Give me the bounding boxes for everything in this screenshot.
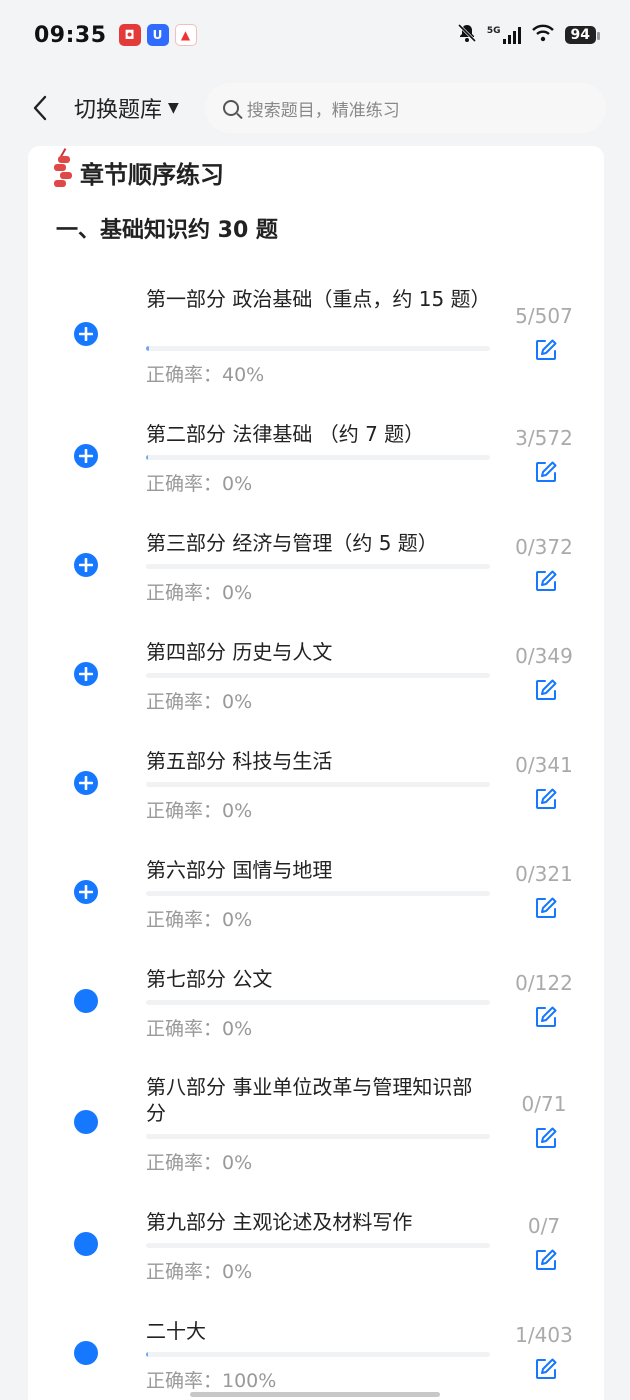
search-input[interactable]: 搜索题目，精准练习: [204, 83, 606, 133]
edit-icon[interactable]: [534, 460, 558, 484]
search-icon: [222, 100, 239, 116]
back-button[interactable]: [24, 88, 56, 128]
chapter-title: 第四部分 历史与人文: [146, 640, 333, 664]
accuracy-rate: 正确率：0%: [146, 1152, 253, 1174]
header: 切换题库 ▼ 搜索题目，精准练习: [0, 70, 630, 146]
chapter-title: 第六部分 国情与地理: [146, 858, 333, 882]
edit-icon[interactable]: [534, 1005, 558, 1029]
edit-icon[interactable]: [534, 338, 558, 362]
chapter-heading-text: 一、基础知识约 30 题: [56, 218, 278, 243]
dot-icon: [74, 1341, 98, 1365]
edit-icon[interactable]: [534, 569, 558, 593]
progress-bar: [146, 1243, 490, 1248]
accuracy-rate: 正确率：0%: [146, 1261, 253, 1283]
expand-plus-icon[interactable]: [74, 880, 98, 904]
progress-bar-fill: [146, 1352, 149, 1357]
app-icon-blue: U: [146, 24, 169, 46]
app-icon-red: ◘: [118, 24, 141, 46]
accuracy-rate: 正确率：0%: [146, 800, 253, 822]
switch-library-label: 切换题库: [74, 98, 163, 123]
question-count: 0/372: [515, 535, 573, 559]
accuracy-rate: 正确率：40%: [146, 364, 265, 386]
progress-bar: [146, 1352, 490, 1357]
edit-icon[interactable]: [534, 678, 558, 702]
notification-app-icons: ◘ U ▲: [118, 24, 197, 46]
edit-icon[interactable]: [534, 1357, 558, 1381]
question-count: 0/122: [515, 971, 573, 995]
battery-icon: 94: [564, 26, 601, 44]
expand-plus-icon[interactable]: [74, 444, 98, 468]
home-indicator: [190, 1392, 440, 1397]
question-count: 0/321: [515, 862, 573, 886]
app-icon-triangle: ▲: [174, 24, 197, 46]
section-title: 章节顺序练习: [52, 148, 224, 192]
progress-bar-fill: [146, 455, 149, 460]
accuracy-rate: 正确率：100%: [146, 1370, 277, 1392]
progress-bar: [146, 782, 490, 787]
question-count: 5/507: [515, 304, 573, 328]
chapter-title: 第五部分 科技与生活: [146, 749, 333, 773]
edit-icon[interactable]: [534, 1126, 558, 1150]
firecracker-icon: [52, 148, 74, 192]
accuracy-rate: 正确率：0%: [146, 473, 253, 495]
question-count: 0/7: [527, 1214, 561, 1238]
bell-off-icon: [457, 23, 477, 48]
accuracy-rate: 正确率：0%: [146, 909, 253, 931]
caret-down-icon: ▼: [168, 100, 179, 116]
chapter-heading: 一、基础知识约 30 题: [56, 212, 278, 250]
edit-icon[interactable]: [534, 896, 558, 920]
expand-plus-icon[interactable]: [74, 771, 98, 795]
question-count: 1/403: [515, 1323, 573, 1347]
progress-bar: [146, 673, 490, 678]
switch-library-dropdown[interactable]: 切换题库 ▼: [74, 92, 179, 124]
section-title-text: 章节顺序练习: [80, 160, 224, 189]
dot-icon: [74, 1232, 98, 1256]
dot-icon: [74, 989, 98, 1013]
dot-icon: [74, 1110, 98, 1134]
accuracy-rate: 正确率：0%: [146, 691, 253, 713]
question-count: 0/349: [515, 644, 573, 668]
signal-icon: 5G: [487, 26, 521, 44]
chapter-title: 二十大: [146, 1319, 206, 1343]
progress-bar: [146, 455, 490, 460]
status-time: 09:35: [34, 22, 107, 48]
progress-bar: [146, 564, 490, 569]
chevron-left-icon: [33, 95, 47, 121]
chapter-title: 第七部分 公文: [146, 967, 273, 991]
chapter-title: 第一部分 政治基础（重点，约 15 题）: [146, 287, 491, 311]
chapter-title: 第三部分 经济与管理（约 5 题）: [146, 531, 438, 555]
expand-plus-icon[interactable]: [74, 662, 98, 686]
edit-icon[interactable]: [534, 787, 558, 811]
question-count: 0/341: [515, 753, 573, 777]
progress-bar: [146, 346, 490, 351]
question-count: 0/71: [521, 1092, 567, 1116]
chapter-title: 第九部分 主观论述及材料写作: [146, 1210, 413, 1234]
progress-bar: [146, 1134, 490, 1139]
accuracy-rate: 正确率：0%: [146, 1018, 253, 1040]
chapter-title: 第八部分 事业单位改革与管理知识部分: [146, 1075, 473, 1125]
expand-plus-icon[interactable]: [74, 553, 98, 577]
accuracy-rate: 正确率：0%: [146, 582, 253, 604]
wifi-icon: [531, 24, 555, 46]
progress-bar: [146, 1000, 490, 1005]
question-count: 3/572: [515, 426, 573, 450]
status-bar: 09:35 ◘ U ▲ 5G 94: [0, 0, 630, 70]
progress-bar-fill: [146, 346, 150, 351]
progress-bar: [146, 891, 490, 896]
search-placeholder: 搜索题目，精准练习: [246, 100, 400, 121]
chapter-title: 第二部分 法律基础 （约 7 题）: [146, 422, 425, 446]
edit-icon[interactable]: [534, 1248, 558, 1272]
network-type: 5G: [486, 26, 501, 36]
chapter-practice-card: 章节顺序练习 一、基础知识约 30 题 第一部分 政治基础（重点，约 15 题）…: [28, 146, 604, 1400]
expand-plus-icon[interactable]: [74, 322, 98, 346]
